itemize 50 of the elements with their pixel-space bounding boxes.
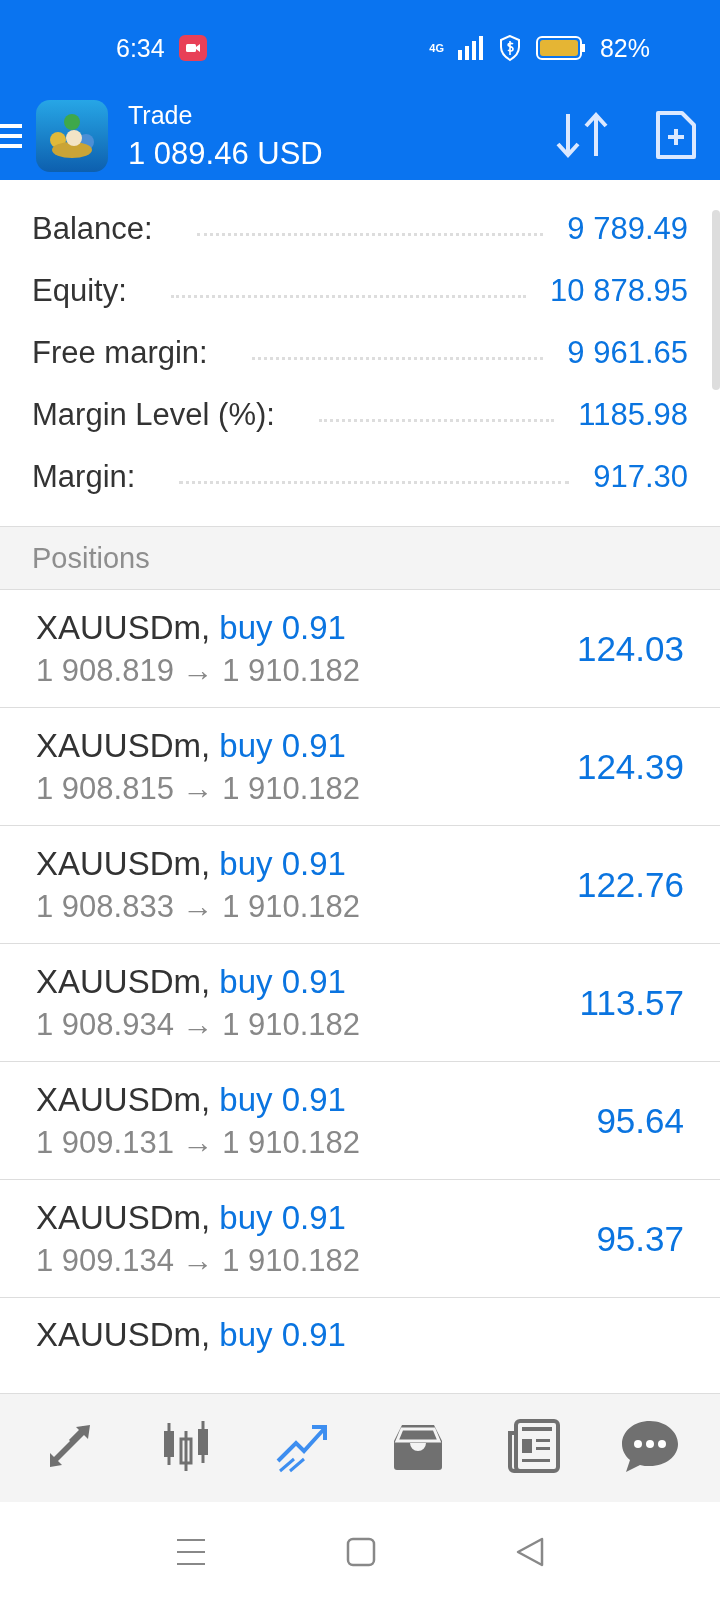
- recording-icon: [178, 35, 207, 61]
- position-symbol: XAUUSDm,: [36, 1198, 211, 1236]
- position-prices: 1 909.134 → 1 910.182: [36, 1242, 362, 1279]
- section-header: Positions: [32, 541, 150, 575]
- summary-value: 10 878.95: [550, 273, 688, 309]
- recents-icon[interactable]: [176, 1538, 206, 1566]
- summary-label: Balance:: [32, 211, 153, 247]
- position-prices: 1 909.131 → 1 910.182: [36, 1124, 362, 1161]
- home-icon[interactable]: [346, 1537, 376, 1567]
- position-profit: 124.39: [576, 746, 684, 787]
- position-profit: 122.76: [576, 864, 684, 905]
- position-profit: 113.57: [579, 982, 684, 1023]
- position-order: buy 0.91: [219, 1198, 346, 1236]
- position-order: buy 0.91: [219, 962, 346, 1000]
- position-prices: 1 908.934 → 1 910.182: [36, 1006, 362, 1043]
- position-symbol: XAUUSDm,: [36, 1316, 211, 1353]
- summary-value: 917.30: [593, 459, 688, 495]
- position-profit: 95.64: [596, 1100, 684, 1141]
- summary-label: Margin:: [32, 459, 136, 495]
- position-order: buy 0.91: [219, 844, 346, 882]
- summary-label: Free margin:: [32, 335, 208, 371]
- battery-icon: [535, 36, 586, 60]
- position-order: buy 0.91: [219, 1080, 346, 1118]
- battery-level: 82%: [599, 33, 650, 63]
- summary-value: 1185.98: [578, 397, 688, 433]
- position-prices: 1 908.833 → 1 910.182: [36, 888, 362, 925]
- screen-title: Trade: [128, 100, 194, 130]
- signal-icon: [457, 36, 484, 60]
- summary-label: Margin Level (%):: [32, 397, 275, 433]
- clock-time: 6:34: [116, 33, 165, 63]
- position-order: buy 0.91: [219, 1316, 346, 1353]
- position-profit: 95.37: [596, 1218, 684, 1259]
- summary-label: Equity:: [32, 273, 127, 309]
- position-symbol: XAUUSDm,: [36, 1080, 211, 1118]
- position-symbol: XAUUSDm,: [36, 608, 211, 646]
- position-prices: 1 908.819 → 1 910.182: [36, 652, 362, 689]
- position-order: buy 0.91: [219, 608, 346, 646]
- position-prices: 1 908.815 → 1 910.182: [36, 770, 362, 807]
- position-symbol: XAUUSDm,: [36, 962, 211, 1000]
- position-order: buy 0.91: [219, 726, 346, 764]
- summary-value: 9 961.65: [567, 335, 688, 371]
- position-profit: 124.03: [576, 628, 684, 669]
- position-symbol: XAUUSDm,: [36, 844, 211, 882]
- account-profit: 1 089.46 USD: [128, 135, 324, 172]
- back-icon[interactable]: [516, 1537, 544, 1567]
- shield-icon: [497, 34, 522, 62]
- network-type: 4G: [429, 42, 444, 54]
- position-symbol: XAUUSDm,: [36, 726, 211, 764]
- summary-value: 9 789.49: [567, 211, 688, 247]
- app-logo-icon: [36, 100, 108, 172]
